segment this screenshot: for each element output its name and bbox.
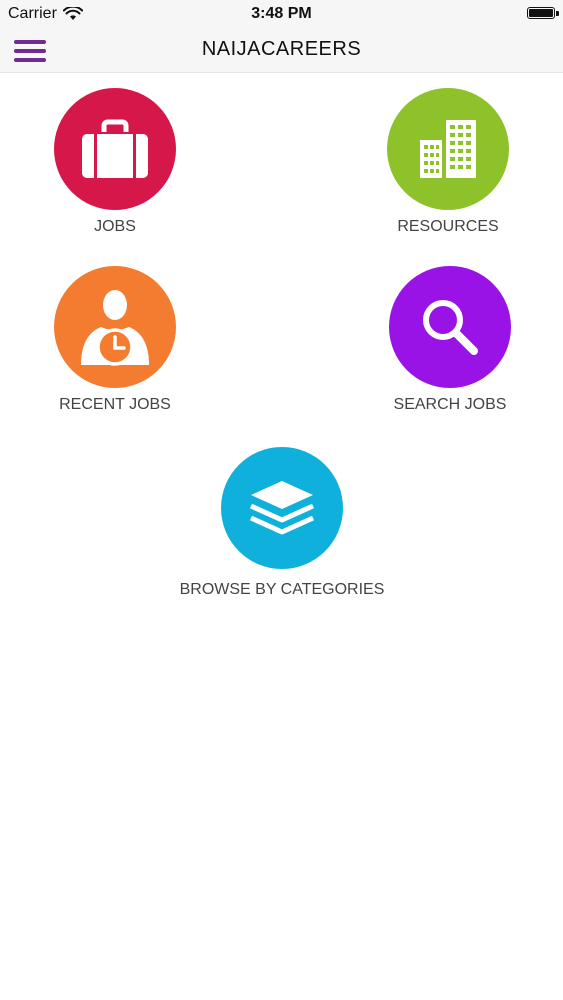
browse-categories-label: BROWSE BY CATEGORIES bbox=[179, 581, 385, 598]
jobs-tile[interactable]: JOBS bbox=[25, 88, 205, 236]
browse-categories-tile[interactable]: BROWSE BY CATEGORIES bbox=[180, 447, 384, 599]
layers-icon bbox=[249, 481, 315, 535]
recent-jobs-label: RECENT JOBS bbox=[59, 396, 171, 413]
battery-icon bbox=[527, 7, 555, 19]
search-jobs-label: SEARCH JOBS bbox=[393, 396, 507, 413]
resources-label: RESOURCES bbox=[397, 218, 499, 235]
resources-tile[interactable]: RESOURCES bbox=[358, 88, 538, 236]
recent-jobs-circle[interactable] bbox=[54, 266, 176, 388]
browse-categories-circle[interactable] bbox=[221, 447, 343, 569]
jobs-label: JOBS bbox=[94, 218, 136, 235]
magnifier-icon bbox=[423, 300, 478, 355]
status-bar: Carrier 3:48 PM bbox=[0, 0, 563, 30]
battery-tip bbox=[556, 11, 559, 16]
recent-jobs-tile[interactable]: RECENT JOBS bbox=[25, 266, 205, 414]
page-title: NAIJACAREERS bbox=[201, 38, 362, 60]
status-time: 3:48 PM bbox=[251, 5, 312, 22]
jobs-circle[interactable] bbox=[54, 88, 176, 210]
buildings-icon bbox=[420, 120, 476, 178]
battery-level bbox=[529, 9, 553, 17]
search-jobs-tile[interactable]: SEARCH JOBS bbox=[360, 266, 540, 414]
search-jobs-circle[interactable] bbox=[389, 266, 511, 388]
navigation-bar: NAIJACAREERS bbox=[0, 30, 563, 73]
briefcase-icon bbox=[82, 119, 148, 178]
person-clock-icon bbox=[81, 290, 149, 366]
resources-circle[interactable] bbox=[387, 88, 509, 210]
